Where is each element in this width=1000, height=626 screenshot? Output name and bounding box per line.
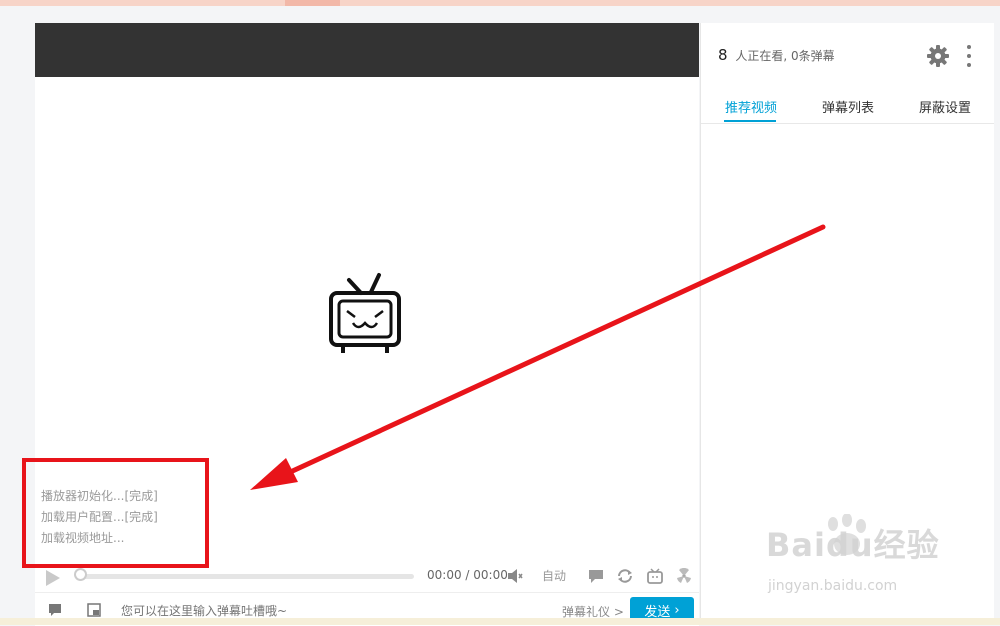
viewer-count: 8 人正在看, 0条弹幕: [718, 46, 835, 64]
bilibili-tv-icon: [329, 273, 401, 353]
viewer-count-text: 人正在看, 0条弹幕: [735, 49, 835, 63]
viewer-count-number: 8: [718, 46, 728, 64]
side-panel-tabs: 推荐视频 弹幕列表 屏蔽设置: [701, 93, 994, 124]
watermark-url: jingyan.baidu.com: [768, 578, 898, 594]
time-display: 00:00 / 00:00: [427, 568, 508, 582]
top-decoration-strip: [0, 0, 1000, 6]
baidu-watermark: Baidu经验 jingyan.baidu.com: [766, 514, 956, 602]
tab-block-settings[interactable]: 屏蔽设置: [919, 97, 971, 116]
active-tab-indicator: [724, 120, 776, 122]
radiation-icon[interactable]: [675, 568, 693, 584]
bottom-decoration-strip: [0, 618, 1000, 625]
loop-icon[interactable]: [616, 568, 634, 584]
danmaku-toggle-icon[interactable]: [587, 568, 605, 584]
more-vertical-icon[interactable]: [965, 44, 973, 68]
play-icon[interactable]: [46, 570, 60, 586]
progress-bar[interactable]: [80, 574, 414, 579]
danmaku-style-icon[interactable]: [48, 603, 62, 617]
tab-danmaku-list[interactable]: 弹幕列表: [822, 97, 874, 116]
tab-recommended[interactable]: 推荐视频: [725, 97, 777, 116]
player-header: [35, 23, 699, 77]
chevron-right-icon: ›: [674, 603, 680, 618]
volume-muted-icon[interactable]: [507, 569, 523, 583]
quality-selector[interactable]: 自动: [542, 567, 566, 584]
annotation-highlight-box: [22, 458, 209, 568]
gear-icon[interactable]: [926, 44, 950, 68]
progress-knob[interactable]: [74, 568, 87, 581]
mini-tv-icon[interactable]: [646, 568, 664, 584]
picture-in-picture-icon[interactable]: [87, 603, 101, 617]
watermark-title: Baidu经验: [766, 526, 940, 564]
